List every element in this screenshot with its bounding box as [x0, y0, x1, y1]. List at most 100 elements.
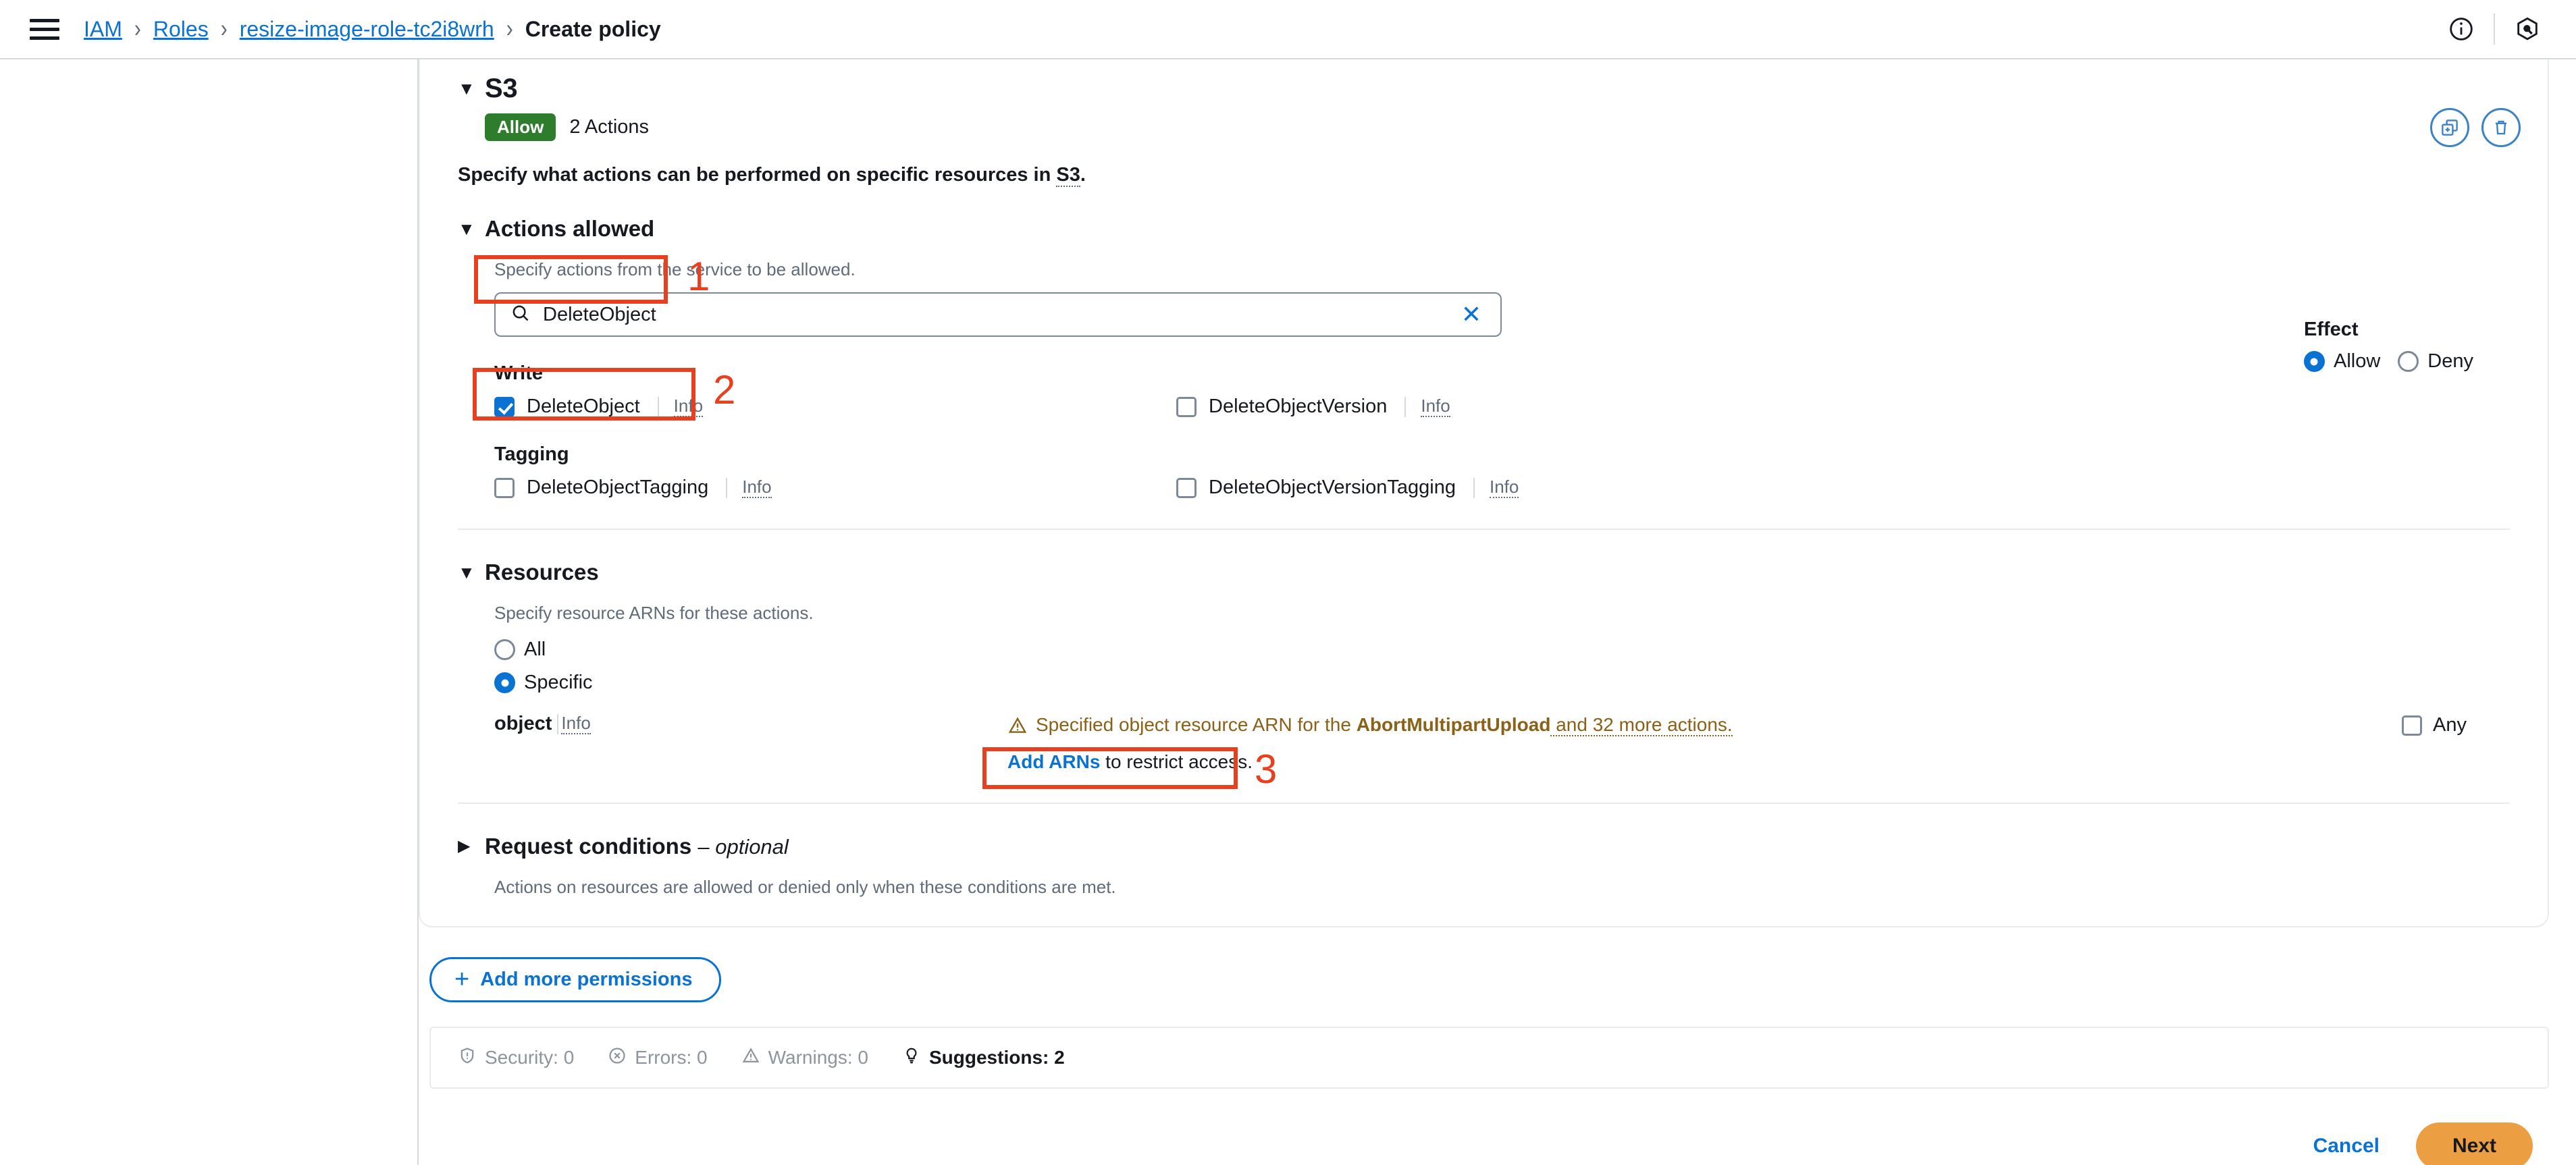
status-suggestions-label: Suggestions: 2 — [929, 1047, 1065, 1068]
checkbox-indicator — [494, 396, 515, 417]
actions-search-row: DeleteObject ✕ — [494, 292, 1502, 337]
action-grid-tagging: DeleteObjectTagging Info DeleteObjectVer… — [494, 477, 2510, 499]
actions-allowed-hint: Specify actions from the service to be a… — [494, 259, 856, 279]
info-circle-icon[interactable] — [2440, 7, 2483, 51]
info-link[interactable]: Info — [673, 396, 704, 418]
action-group-title-tagging: Tagging — [494, 443, 569, 465]
policy-status-bar: Security: 0 Errors: 0 Warnings: 0 Sugges… — [429, 1027, 2549, 1089]
wizard-footer: Cancel Next — [419, 1122, 2533, 1165]
service-header: ▼ S3 — [458, 73, 2510, 104]
permission-block-s3: ▼ S3 Allow 2 Actions Specify what action… — [419, 59, 2549, 927]
status-suggestions[interactable]: Suggestions: 2 — [902, 1046, 1065, 1070]
warning-suffix[interactable]: and 32 more actions. — [1550, 714, 1733, 736]
resource-message-cell: Specified object resource ARN for the Ab… — [1007, 713, 2510, 773]
hamburger-bar — [30, 36, 59, 40]
action-checkbox-deleteobjectversion[interactable]: DeleteObjectVersion Info — [1176, 396, 2510, 418]
resources-radio-specific-label: Specific — [524, 672, 593, 693]
divider — [657, 396, 659, 417]
add-arns-link[interactable]: Add ARNs — [1007, 751, 1100, 772]
collapse-actions-caret-icon[interactable]: ▼ — [458, 213, 481, 244]
resources-radio-all-label: All — [524, 639, 546, 660]
breadcrumb-separator: › — [134, 14, 141, 43]
search-input[interactable]: DeleteObject ✕ — [494, 292, 1502, 337]
collapse-resources-caret-icon[interactable]: ▼ — [458, 557, 481, 588]
search-input-value: DeleteObject — [543, 303, 656, 325]
checkbox-indicator — [1176, 396, 1197, 417]
effect-radio-deny-label: Deny — [2427, 350, 2473, 372]
hamburger-bar — [30, 18, 59, 22]
breadcrumb-item-role[interactable]: resize-image-role-tc2i8wrh — [240, 17, 494, 42]
actions-allowed-header: ▼ Actions allowed — [458, 213, 2510, 244]
info-link[interactable]: Info — [1489, 477, 1519, 499]
resource-warning: Specified object resource ARN for the Ab… — [1007, 713, 2510, 739]
request-conditions-optional: – optional — [698, 834, 789, 859]
checkbox-indicator — [494, 477, 515, 498]
status-warnings[interactable]: Warnings: 0 — [741, 1046, 868, 1070]
lightbulb-icon — [902, 1046, 921, 1070]
collapse-s3-caret-icon[interactable]: ▼ — [458, 73, 481, 104]
cancel-button[interactable]: Cancel — [2300, 1124, 2393, 1165]
service-title: S3 — [485, 74, 518, 103]
resource-label-cell: object Info — [494, 713, 1007, 735]
request-conditions-title-text: Request conditions — [485, 833, 692, 859]
resource-arn-row: object Info Specified object resource AR… — [494, 713, 2510, 773]
status-security[interactable]: Security: 0 — [458, 1046, 574, 1070]
resources-title: Resources — [485, 560, 599, 585]
resources-header: ▼ Resources — [458, 557, 2510, 588]
warning-prefix: Specified object resource ARN for the — [1036, 714, 1357, 735]
any-checkbox-label: Any — [2433, 714, 2467, 736]
status-security-label: Security: 0 — [485, 1047, 575, 1068]
breadcrumb-item-roles[interactable]: Roles — [153, 17, 209, 42]
breadcrumb-separator: › — [220, 14, 228, 43]
status-errors[interactable]: Errors: 0 — [608, 1046, 708, 1070]
request-conditions-hint: Actions on resources are allowed or deni… — [494, 877, 1116, 897]
resources-radio-group: All Specific — [494, 639, 2510, 694]
hamburger-menu-icon[interactable] — [30, 14, 59, 44]
panel-action-buttons — [2430, 108, 2521, 147]
add-arns-line: Add ARNs to restrict access. — [1007, 751, 2510, 773]
clear-search-icon[interactable]: ✕ — [1457, 302, 1486, 327]
breadcrumb-item-iam[interactable]: IAM — [84, 17, 122, 42]
any-checkbox[interactable]: Any — [2402, 714, 2467, 736]
status-badge: Allow — [485, 113, 556, 141]
aws-q-icon[interactable] — [2506, 7, 2549, 51]
next-button[interactable]: Next — [2415, 1122, 2533, 1165]
action-grid-write: DeleteObject Info DeleteObjectVersion In… — [494, 396, 2510, 418]
page-body: ▼ S3 Allow 2 Actions Specify what action… — [0, 59, 2576, 1165]
expand-request-conditions-caret-icon[interactable]: ▶ — [458, 831, 481, 862]
add-more-permissions-button[interactable]: + Add more permissions — [429, 957, 722, 1002]
warning-action-name: AbortMultipartUpload — [1356, 714, 1551, 735]
resources-radio-all[interactable]: All — [494, 639, 2510, 661]
main-content: ▼ S3 Allow 2 Actions Specify what action… — [419, 59, 2576, 1165]
info-link[interactable]: Info — [1421, 396, 1450, 418]
info-link[interactable]: Info — [561, 713, 591, 735]
radio-specific-indicator — [494, 672, 515, 693]
resources-radio-specific[interactable]: Specific — [494, 672, 2510, 694]
action-label: DeleteObjectVersion — [1209, 396, 1388, 417]
effect-radio-allow[interactable]: Allow — [2303, 350, 2380, 373]
divider — [557, 713, 559, 734]
action-checkbox-deleteobjecttagging[interactable]: DeleteObjectTagging Info — [494, 477, 1176, 499]
radio-allow-indicator — [2303, 351, 2325, 372]
info-link[interactable]: Info — [742, 477, 772, 499]
action-label: DeleteObject — [527, 396, 640, 417]
action-label: DeleteObjectTagging — [527, 477, 709, 498]
service-summary: Allow 2 Actions — [485, 113, 2510, 141]
trash-icon[interactable] — [2481, 108, 2521, 147]
status-errors-label: Errors: 0 — [635, 1047, 708, 1068]
resources-hint: Specify resource ARNs for these actions. — [494, 603, 814, 623]
action-group-title-write: Write — [494, 362, 543, 384]
service-description-link[interactable]: S3 — [1056, 164, 1080, 187]
action-checkbox-deleteobject[interactable]: DeleteObject Info — [494, 396, 1176, 418]
action-checkbox-deleteobjectversiontagging[interactable]: DeleteObjectVersionTagging Info — [1176, 477, 2510, 499]
effect-group: Effect Allow Deny — [2303, 319, 2473, 373]
clone-icon[interactable] — [2430, 108, 2469, 147]
search-icon — [510, 303, 531, 327]
service-description-prefix: Specify what actions can be performed on… — [458, 164, 1057, 186]
top-navigation-bar: IAM › Roles › resize-image-role-tc2i8wrh… — [0, 0, 2576, 59]
plus-icon: + — [454, 965, 470, 994]
effect-radio-deny[interactable]: Deny — [2398, 350, 2473, 373]
action-label: DeleteObjectVersionTagging — [1209, 477, 1456, 498]
warning-triangle-icon — [1007, 715, 1028, 739]
request-conditions-title: Request conditions – optional — [485, 834, 789, 860]
